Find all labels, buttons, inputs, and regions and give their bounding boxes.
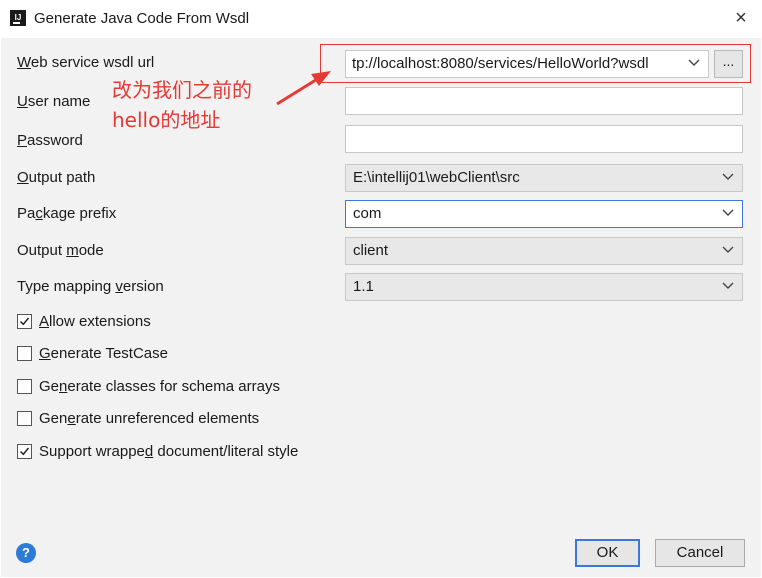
checkbox-box[interactable]: [17, 314, 32, 329]
checkbox-box[interactable]: [17, 411, 32, 426]
output-mode-value: client: [353, 242, 389, 259]
app-icon-text: IJ: [14, 13, 22, 22]
chevron-down-icon: [684, 51, 700, 67]
checkbox-box[interactable]: [17, 379, 32, 394]
checkbox-label: Support wrapped document/literal style: [39, 443, 299, 460]
type-mapping-version-value: 1.1: [353, 278, 374, 295]
annotation-text-line1: 改为我们之前的: [112, 78, 252, 102]
password-label: Password: [17, 132, 83, 149]
chevron-down-icon: [722, 238, 734, 254]
wsdl-url-label: Web service wsdl url: [17, 54, 155, 71]
close-icon: ×: [735, 7, 747, 29]
type-mapping-version-combo[interactable]: 1.1: [345, 273, 743, 301]
chevron-down-icon: [722, 274, 734, 290]
checkbox-box[interactable]: [17, 444, 32, 459]
wsdl-url-value: tp://localhost:8080/services/HelloWorld?…: [352, 55, 649, 72]
checkbox-label: Generate classes for schema arrays: [39, 378, 280, 395]
checkbox-label: Generate unreferenced elements: [39, 410, 260, 427]
output-mode-combo[interactable]: client: [345, 237, 743, 265]
package-prefix-label: Package prefix: [17, 205, 117, 222]
output-path-combo[interactable]: E:\intellij01\webClient\src: [345, 164, 743, 192]
annotation-arrow-icon: [276, 71, 331, 106]
wsdl-url-combo[interactable]: tp://localhost:8080/services/HelloWorld?…: [345, 50, 709, 78]
help-icon[interactable]: ?: [16, 543, 36, 563]
dialog-title: Generate Java Code From Wsdl: [34, 10, 250, 27]
output-path-label: Output path: [17, 169, 96, 186]
cancel-button[interactable]: Cancel: [655, 539, 745, 567]
output-mode-label: Output mode: [17, 242, 104, 259]
output-path-value: E:\intellij01\webClient\src: [353, 169, 520, 186]
dialog-content: Web service wsdl url tp://localhost:8080…: [1, 38, 761, 577]
checkbox-box[interactable]: [17, 346, 32, 361]
ok-button[interactable]: OK: [575, 539, 640, 567]
package-prefix-combo[interactable]: com: [345, 200, 743, 228]
chevron-down-icon: [722, 201, 734, 217]
package-prefix-value: com: [353, 205, 382, 222]
user-name-input[interactable]: [345, 87, 743, 115]
annotation-text-line2: hello的地址: [112, 108, 221, 132]
checkbox-label: Generate TestCase: [39, 345, 168, 362]
title-bar: IJ Generate Java Code From Wsdl ×: [0, 0, 762, 38]
type-mapping-version-label: Type mapping version: [17, 278, 164, 295]
intellij-app-icon: IJ: [10, 10, 26, 26]
chevron-down-icon: [722, 165, 734, 181]
password-input[interactable]: [345, 125, 743, 153]
browse-button[interactable]: ...: [714, 50, 743, 78]
close-button[interactable]: ×: [730, 6, 752, 30]
checkbox-label: Allow extensions: [39, 313, 151, 330]
user-name-label: User name: [17, 93, 91, 110]
